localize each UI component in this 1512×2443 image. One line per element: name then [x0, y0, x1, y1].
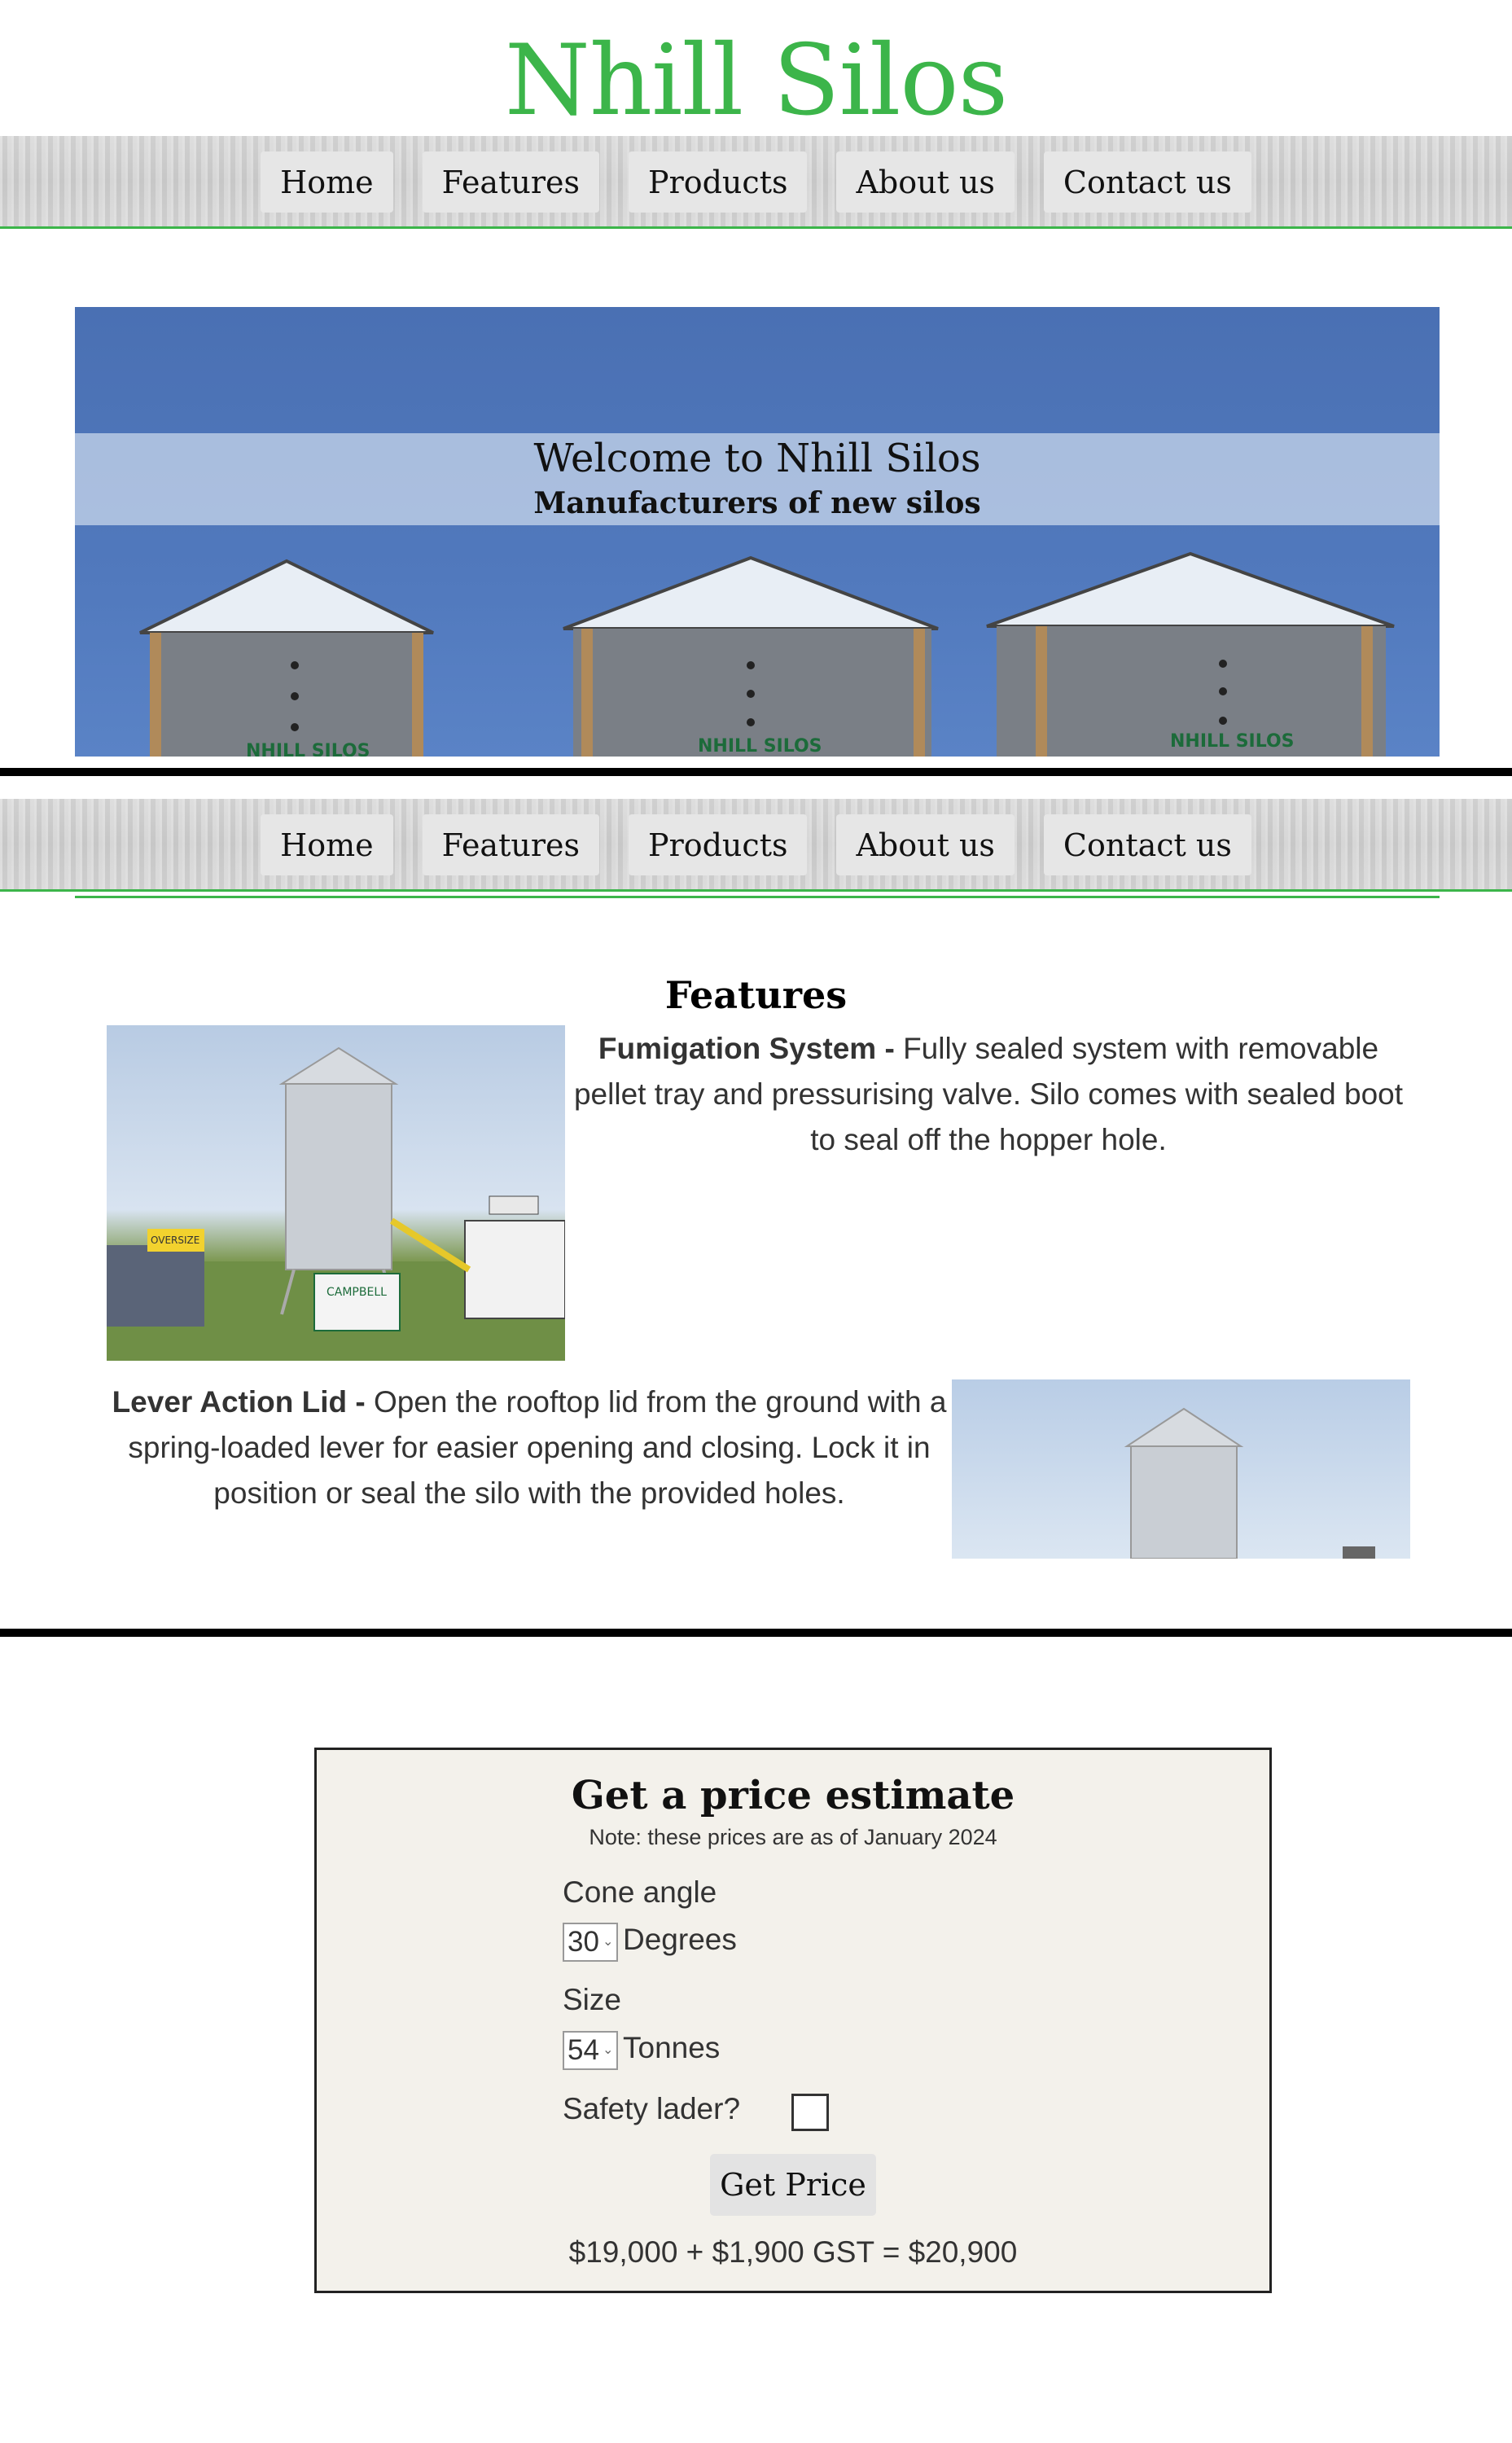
nav-item-home[interactable]: Home: [261, 814, 393, 875]
hero-silos-image: NHILL SILOS NHILL SILOS NHILL SILOS: [139, 551, 1395, 757]
nav-menu: Home Features Products About us Contact …: [0, 814, 1512, 875]
estimate-note: Note: these prices are as of January 202…: [589, 1825, 997, 1849]
chevron-down-icon: ⌄: [602, 1935, 614, 1949]
section-divider: [0, 768, 1512, 776]
nav-item-home[interactable]: Home: [261, 151, 393, 213]
cone-angle-unit: Degrees: [623, 1923, 737, 1956]
features-title: Features: [664, 973, 848, 1017]
safety-ladder-label: Safety lader?: [563, 2092, 741, 2125]
sticky-navbar: Home Features Products About us Contact …: [0, 799, 1512, 892]
top-navbar: Home Features Products About us Contact …: [0, 136, 1512, 229]
feature-name: Fumigation System: [598, 1032, 877, 1065]
fumigation-feature-image: CAMPBELL OVERSIZE: [107, 1025, 565, 1361]
nav-item-contact[interactable]: Contact us: [1043, 151, 1251, 213]
nav-item-about[interactable]: About us: [836, 151, 1015, 213]
silo-photo: [1124, 1407, 1375, 1559]
nav-item-features[interactable]: Features: [422, 151, 599, 213]
price-estimate-form: Get a price estimate Note: these prices …: [314, 1748, 1272, 2293]
hero-subtitle: Manufacturers of new silos: [533, 486, 981, 520]
size-value: 54: [568, 2034, 599, 2066]
feature-separator: -: [347, 1385, 374, 1419]
size-unit: Tonnes: [623, 2031, 721, 2064]
section-divider: [0, 1629, 1512, 1637]
hero-welcome-text: Welcome to Nhill Silos: [533, 436, 981, 481]
lever-lid-feature-text: Lever Action Lid - Open the rooftop lid …: [107, 1379, 952, 1516]
chevron-down-icon: ⌄: [602, 2043, 614, 2057]
cone-angle-label: Cone angle: [563, 1875, 717, 1909]
lever-lid-feature-image: [952, 1379, 1410, 1559]
size-select[interactable]: 54 ⌄: [563, 2031, 619, 2070]
get-price-button[interactable]: Get Price: [710, 2154, 876, 2216]
silo-brand-label: NHILL SILOS: [698, 736, 822, 757]
cone-angle-value: 30: [568, 1926, 599, 1958]
feature-separator: -: [876, 1032, 904, 1065]
nav-item-features[interactable]: Features: [422, 814, 599, 875]
nav-item-products[interactable]: Products: [629, 814, 808, 875]
cone-angle-select[interactable]: 30 ⌄: [563, 1923, 619, 1962]
oversize-sign: OVERSIZE: [151, 1235, 199, 1246]
hero-banner: NHILL SILOS NHILL SILOS NHILL SILOS Welc…: [75, 307, 1440, 757]
size-label: Size: [563, 1983, 621, 2016]
silo-brand-label: NHILL SILOS: [1170, 731, 1295, 752]
silo-truck-photo: CAMPBELL OVERSIZE: [107, 1046, 565, 1361]
estimate-title: Get a price estimate: [571, 1773, 1015, 1818]
silo-brand-label: NHILL SILOS: [246, 741, 370, 757]
nav-item-products[interactable]: Products: [629, 151, 808, 213]
nav-underline: [75, 896, 1440, 898]
campbell-sign: CAMPBELL: [327, 1286, 387, 1299]
price-result: $19,000 + $1,900 GST = $20,900: [568, 2235, 1018, 2269]
safety-ladder-checkbox[interactable]: [791, 2094, 829, 2131]
fumigation-feature-text: Fumigation System - Fully sealed system …: [565, 1026, 1412, 1163]
nav-menu: Home Features Products About us Contact …: [0, 151, 1512, 213]
nav-item-contact[interactable]: Contact us: [1043, 814, 1251, 875]
site-title: Nhill Silos: [504, 24, 1008, 138]
nav-item-about[interactable]: About us: [836, 814, 1015, 875]
feature-name: Lever Action Lid: [112, 1385, 348, 1419]
